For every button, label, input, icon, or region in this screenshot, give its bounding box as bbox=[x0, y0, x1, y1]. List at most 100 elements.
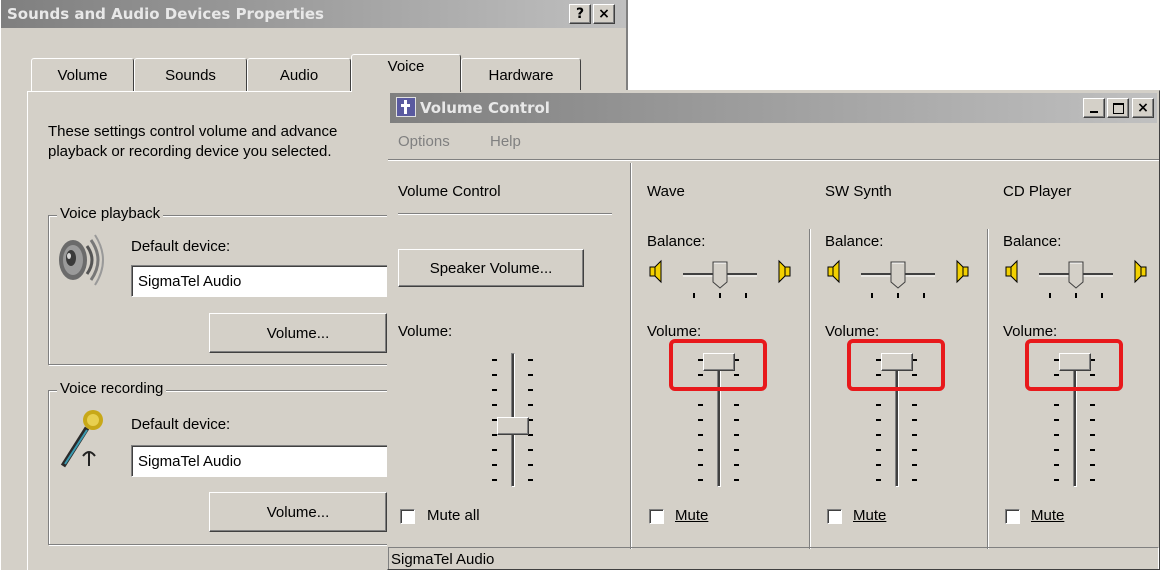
slider-tick bbox=[698, 434, 703, 436]
slider-tick bbox=[912, 479, 917, 481]
slider-tick bbox=[698, 464, 703, 466]
mute-label: Mute bbox=[1031, 507, 1065, 524]
slider-tick bbox=[1090, 464, 1095, 466]
volume-label: Volume: bbox=[1003, 323, 1058, 340]
slider-tick bbox=[1054, 404, 1059, 406]
column-separator bbox=[809, 229, 811, 549]
microphone-icon bbox=[57, 408, 107, 475]
voice-playback-label: Voice playback bbox=[57, 205, 164, 222]
master-title-separator bbox=[398, 213, 612, 215]
volume-control-title: Volume Control bbox=[420, 99, 550, 117]
slider-tick bbox=[912, 464, 917, 466]
slider-tick bbox=[1054, 479, 1059, 481]
recording-default-device-label: Default device: bbox=[131, 416, 231, 433]
volume-label: Volume: bbox=[647, 323, 702, 340]
slider-tick bbox=[528, 464, 533, 466]
column-separator bbox=[987, 229, 989, 549]
dialog-title: Sounds and Audio Devices Properties bbox=[7, 5, 324, 23]
slider-tick bbox=[1054, 419, 1059, 421]
title-bar[interactable]: Sounds and Audio Devices Properties ? × bbox=[1, 0, 626, 28]
menu-separator bbox=[388, 159, 1159, 161]
speaker-right-icon bbox=[1134, 259, 1147, 284]
slider-tick bbox=[1090, 449, 1095, 451]
volume-label: Volume: bbox=[825, 323, 880, 340]
volume-control-title-bar[interactable]: Volume Control × bbox=[390, 93, 1157, 123]
volume-thumb-highlight bbox=[1025, 339, 1123, 391]
status-bar: SigmaTel Audio bbox=[388, 547, 1159, 569]
master-volume-slider[interactable] bbox=[478, 353, 548, 487]
recording-volume-button[interactable]: Volume... bbox=[209, 492, 387, 532]
tab-volume[interactable]: Volume bbox=[31, 58, 134, 92]
balance-label: Balance: bbox=[1003, 233, 1062, 250]
slider-tick bbox=[876, 419, 881, 421]
balance-slider[interactable] bbox=[825, 257, 975, 303]
balance-slider[interactable] bbox=[647, 257, 797, 303]
menu-help[interactable]: Help bbox=[490, 133, 521, 150]
slider-tick bbox=[528, 404, 533, 406]
slider-tick bbox=[912, 404, 917, 406]
slider-tick bbox=[1054, 464, 1059, 466]
slider-tick bbox=[1090, 479, 1095, 481]
slider-tick bbox=[734, 479, 739, 481]
slider-tick bbox=[1054, 434, 1059, 436]
mute-checkbox[interactable] bbox=[649, 509, 664, 524]
slider-tick bbox=[698, 449, 703, 451]
channel-name: CD Player bbox=[1003, 183, 1072, 200]
playback-volume-button[interactable]: Volume... bbox=[209, 313, 387, 353]
slider-tick bbox=[876, 434, 881, 436]
speaker-left-icon bbox=[649, 259, 662, 284]
slider-tick bbox=[492, 479, 497, 481]
slider-tick bbox=[492, 374, 497, 376]
app-icon bbox=[396, 97, 416, 117]
volume-thumb-highlight bbox=[847, 339, 945, 391]
menu-options[interactable]: Options bbox=[398, 133, 450, 150]
slider-tick bbox=[734, 464, 739, 466]
slider-tick bbox=[528, 389, 533, 391]
slider-tick bbox=[734, 419, 739, 421]
tab-audio[interactable]: Audio bbox=[247, 58, 351, 92]
speaker-icon bbox=[51, 232, 111, 295]
close-button[interactable]: × bbox=[593, 4, 615, 24]
description-line-2: playback or recording device you selecte… bbox=[48, 143, 332, 160]
minimize-button[interactable] bbox=[1083, 98, 1105, 118]
mute-label: Mute bbox=[675, 507, 709, 524]
voice-recording-label: Voice recording bbox=[57, 380, 167, 397]
slider-tick bbox=[734, 404, 739, 406]
playback-default-device-label: Default device: bbox=[131, 238, 231, 255]
help-button[interactable]: ? bbox=[569, 4, 591, 24]
description-line-1: These settings control volume and advanc… bbox=[48, 123, 338, 140]
maximize-button[interactable] bbox=[1107, 98, 1129, 118]
speaker-volume-button[interactable]: Speaker Volume... bbox=[398, 249, 584, 287]
mute-all-checkbox[interactable] bbox=[400, 509, 415, 524]
slider-tick bbox=[734, 449, 739, 451]
speaker-left-icon bbox=[827, 259, 840, 284]
mute-all-label: Mute all bbox=[427, 507, 480, 524]
slider-thumb[interactable] bbox=[497, 416, 529, 435]
slider-tick bbox=[912, 449, 917, 451]
balance-label: Balance: bbox=[647, 233, 706, 250]
slider-tick bbox=[528, 359, 533, 361]
window-close-button[interactable]: × bbox=[1132, 98, 1154, 118]
volume-control-window: Volume Control × Options Help Volume Con… bbox=[387, 90, 1160, 570]
mute-checkbox[interactable] bbox=[1005, 509, 1020, 524]
master-volume-label: Volume: bbox=[398, 323, 453, 340]
speaker-right-icon bbox=[956, 259, 969, 284]
channel-name: SW Synth bbox=[825, 183, 892, 200]
slider-tick bbox=[1090, 434, 1095, 436]
slider-tick bbox=[492, 449, 497, 451]
slider-tick bbox=[698, 404, 703, 406]
slider-tick bbox=[912, 434, 917, 436]
slider-tick bbox=[698, 419, 703, 421]
slider-tick bbox=[492, 404, 497, 406]
tab-sounds[interactable]: Sounds bbox=[134, 58, 247, 92]
slider-tick bbox=[528, 449, 533, 451]
slider-tick bbox=[876, 464, 881, 466]
mute-checkbox[interactable] bbox=[827, 509, 842, 524]
balance-slider[interactable] bbox=[1003, 257, 1153, 303]
minimize-icon bbox=[1090, 111, 1098, 113]
slider-tick bbox=[1090, 404, 1095, 406]
tab-voice[interactable]: Voice bbox=[351, 54, 461, 92]
slider-tick bbox=[1054, 449, 1059, 451]
tab-hardware[interactable]: Hardware bbox=[461, 58, 581, 92]
volume-thumb-highlight bbox=[669, 339, 767, 391]
